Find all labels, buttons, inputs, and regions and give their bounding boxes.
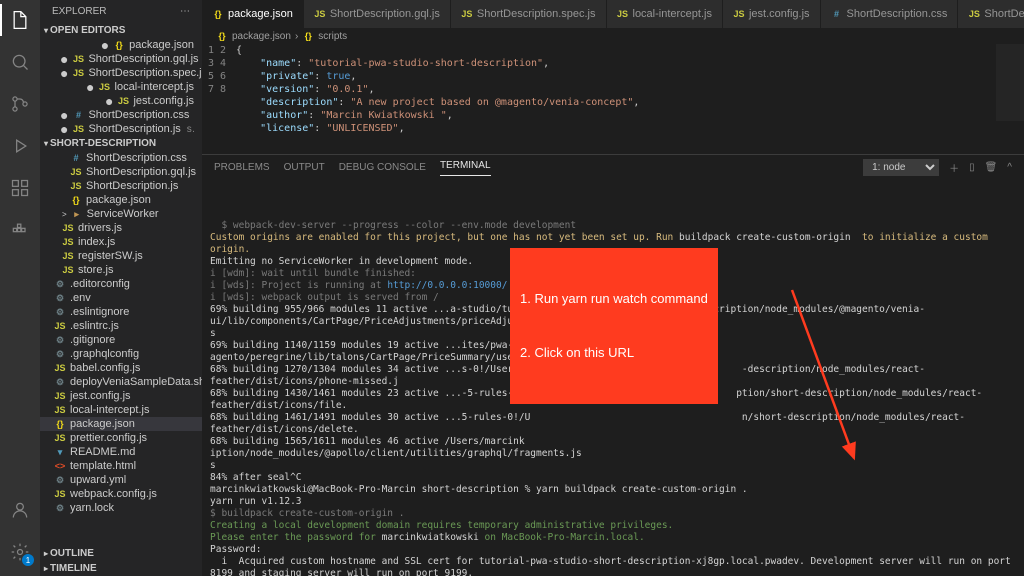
tree-item[interactable]: JSregisterSW.js [40, 249, 202, 263]
code-editor[interactable]: 1 2 3 4 5 6 7 8 { "name": "tutorial-pwa-… [202, 44, 1024, 154]
tree-item[interactable]: JS.eslintrc.js [40, 319, 202, 333]
tree-item[interactable]: JSdrivers.js [40, 221, 202, 235]
tree-item[interactable]: ⚙deployVeniaSampleData.sh [40, 375, 202, 389]
editor-tab[interactable]: JSShortDescription.gql.js [304, 0, 451, 28]
open-editor-item[interactable]: ●JSjest.config.js [40, 94, 202, 108]
editor-tabs: {}package.jsonJSShortDescription.gql.jsJ… [202, 0, 1024, 28]
tree-item[interactable]: JSindex.js [40, 235, 202, 249]
panel-tabs: PROBLEMS OUTPUT DEBUG CONSOLE TERMINAL 1… [202, 154, 1024, 180]
tree-item[interactable]: ⚙.graphqlconfig [40, 347, 202, 361]
tree-item[interactable]: ⚙.env [40, 291, 202, 305]
tree-item[interactable]: JSstore.js [40, 263, 202, 277]
tree-item[interactable]: JSprettier.config.js [40, 431, 202, 445]
annotation-callout: 1. Run yarn run watch command 2. Click o… [510, 248, 718, 404]
split-terminal-icon[interactable]: ▯ [969, 162, 975, 173]
settings-badge: 1 [22, 554, 34, 566]
tree-item[interactable]: ▾README.md [40, 445, 202, 459]
account-icon[interactable] [8, 498, 32, 522]
timeline-header[interactable]: ▸TIMELINE [40, 561, 202, 576]
source-control-icon[interactable] [8, 92, 32, 116]
maximize-panel-icon[interactable]: ^ [1007, 162, 1012, 173]
open-editor-item[interactable]: ●JSShortDescription.gql.jssrc/@t... [40, 52, 202, 66]
settings-icon[interactable]: 1 [8, 540, 32, 564]
outline-header[interactable]: ▸OUTLINE [40, 546, 202, 561]
docker-icon[interactable] [8, 218, 32, 242]
tree-item[interactable]: ⚙.editorconfig [40, 277, 202, 291]
tree-item[interactable]: JSShortDescription.gql.js [40, 165, 202, 179]
tree-item[interactable]: {}package.json [40, 417, 202, 431]
tree-item[interactable]: JSlocal-intercept.js [40, 403, 202, 417]
breadcrumb[interactable]: {}package.json › {}scripts [202, 28, 1024, 44]
open-editor-item[interactable]: ●#ShortDescription.csssrc/@them... [40, 108, 202, 122]
open-editor-item[interactable]: ●JSShortDescription.jssrc/@them... [40, 122, 202, 136]
editor-tab[interactable]: #ShortDescription.css [821, 0, 959, 28]
panel-tab-problems[interactable]: PROBLEMS [214, 162, 270, 173]
activity-bar: 1 [0, 0, 40, 576]
tree-item[interactable]: JSShortDescription.js [40, 179, 202, 193]
tree-item[interactable]: {}package.json [40, 193, 202, 207]
minimap[interactable] [996, 44, 1024, 154]
tree-item[interactable]: ⚙upward.yml [40, 473, 202, 487]
panel-tab-terminal[interactable]: TERMINAL [440, 160, 491, 176]
sidebar: EXPLORER⋯ ▾OPEN EDITORS ●{}package.json●… [40, 0, 202, 576]
kill-terminal-icon[interactable]: 🗑 [985, 162, 998, 173]
more-icon[interactable]: ⋯ [180, 6, 190, 17]
panel-tab-output[interactable]: OUTPUT [284, 162, 325, 173]
explorer-icon[interactable] [8, 8, 32, 32]
tree-item[interactable]: ⚙.gitignore [40, 333, 202, 347]
tree-item[interactable]: <>template.html [40, 459, 202, 473]
main-area: {}package.jsonJSShortDescription.gql.jsJ… [202, 0, 1024, 576]
open-editor-item[interactable]: ●{}package.json [40, 38, 202, 52]
open-editors-header[interactable]: ▾OPEN EDITORS [40, 23, 202, 38]
editor-tab[interactable]: JSjest.config.js [723, 0, 821, 28]
debug-icon[interactable] [8, 134, 32, 158]
tree-item[interactable]: JSjest.config.js [40, 389, 202, 403]
editor-tab[interactable]: JSShortDescription.spec.js [451, 0, 607, 28]
panel-tab-debug[interactable]: DEBUG CONSOLE [339, 162, 426, 173]
terminal-output[interactable]: $ webpack-dev-server --progress --color … [202, 180, 1024, 576]
editor-tab[interactable]: {}package.json [202, 0, 304, 28]
tree-item[interactable]: JSbabel.config.js [40, 361, 202, 375]
extensions-icon[interactable] [8, 176, 32, 200]
editor-tab[interactable]: JSlocal-intercept.js [607, 0, 723, 28]
open-editor-item[interactable]: ●JSlocal-intercept.js [40, 80, 202, 94]
editor-tab[interactable]: JSShortDescription.js [958, 0, 1024, 28]
terminal-selector[interactable]: 1: node [863, 159, 939, 176]
tree-item[interactable]: ⚙.eslintignore [40, 305, 202, 319]
sidebar-title: EXPLORER⋯ [40, 0, 202, 23]
project-header[interactable]: ▾SHORT-DESCRIPTION [40, 136, 202, 151]
new-terminal-icon[interactable]: ＋ [949, 160, 959, 175]
tree-item[interactable]: >▸ServiceWorker [40, 207, 202, 221]
tree-item[interactable]: ⚙yarn.lock [40, 501, 202, 515]
search-icon[interactable] [8, 50, 32, 74]
open-editor-item[interactable]: ●JSShortDescription.spec.jssrc/... [40, 66, 202, 80]
tree-item[interactable]: #ShortDescription.css [40, 151, 202, 165]
tree-item[interactable]: JSwebpack.config.js [40, 487, 202, 501]
